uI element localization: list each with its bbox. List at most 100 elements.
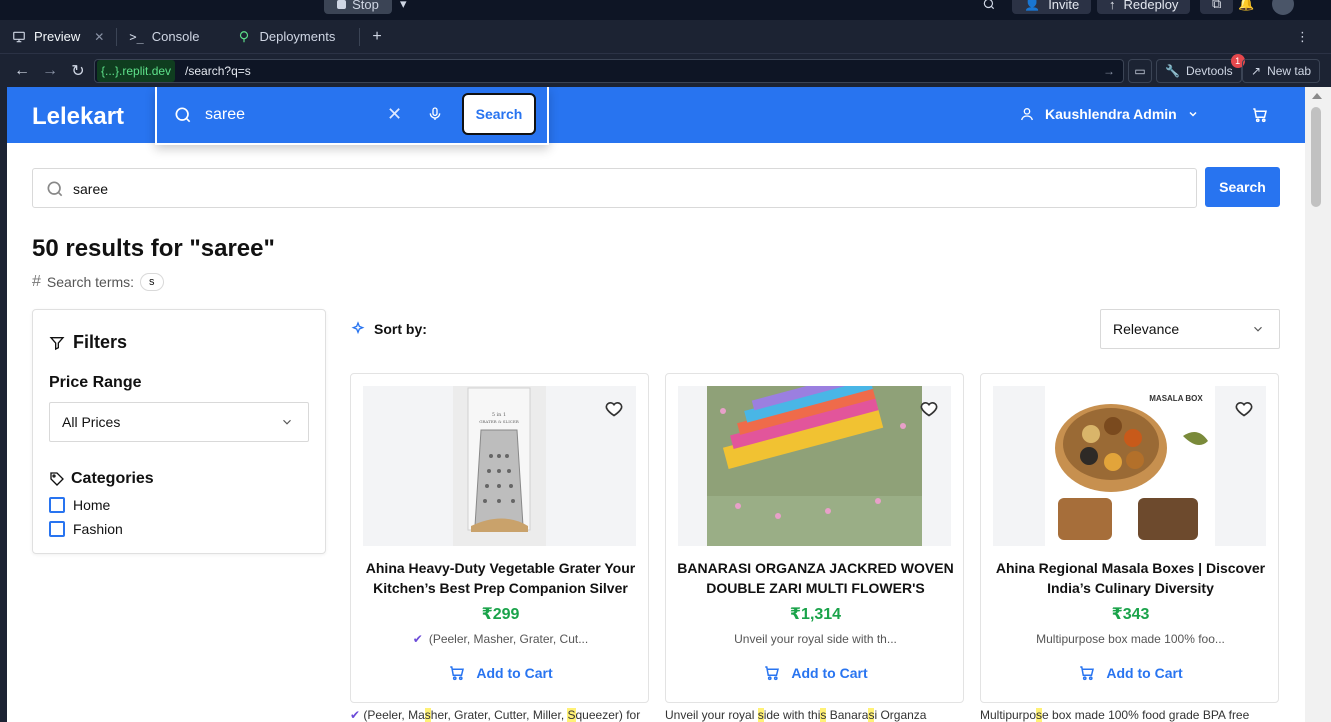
forward-icon[interactable]: → bbox=[36, 57, 64, 85]
checkbox[interactable] bbox=[49, 521, 65, 537]
bell-icon[interactable]: 🔔 bbox=[1238, 0, 1254, 14]
search-term-chip[interactable]: s bbox=[140, 273, 164, 291]
product-description: ✔ (Peeler, Masher, Grater, Cut... bbox=[361, 632, 640, 646]
product-card[interactable]: MASALA BOX Ahina Regional Masala Boxes |… bbox=[980, 373, 1279, 703]
product-card[interactable]: BANARASI ORGANZA JACKRED WOVEN DOUBLE ZA… bbox=[665, 373, 964, 703]
add-to-cart-button[interactable]: Add to Cart bbox=[351, 664, 650, 682]
back-icon[interactable]: ← bbox=[8, 57, 36, 85]
category-label: Home bbox=[73, 497, 111, 513]
expanded-description: Multipurpose box made 100% food grade BP… bbox=[980, 708, 1249, 722]
microphone-icon[interactable] bbox=[427, 105, 443, 123]
product-name[interactable]: Ahina Regional Masala Boxes | Discover I… bbox=[991, 558, 1270, 598]
desc-part: her, Grater, Cutter, Miller, bbox=[430, 708, 568, 722]
clear-icon[interactable]: ✕ bbox=[387, 104, 402, 125]
product-image[interactable]: 5 in 1 GRATER & SLICER bbox=[363, 386, 636, 546]
sparkles-icon bbox=[351, 321, 365, 335]
add-to-cart-button[interactable]: Add to Cart bbox=[981, 664, 1280, 682]
category-fashion-checkbox[interactable]: Fashion bbox=[49, 521, 123, 537]
redeploy-button[interactable]: ↑ Redeploy bbox=[1097, 0, 1191, 14]
new-tab-plus-icon[interactable]: + bbox=[360, 20, 393, 54]
invite-button[interactable]: 👤 Invite bbox=[1012, 0, 1092, 14]
avatar[interactable] bbox=[1272, 0, 1294, 15]
product-price: ₹343 bbox=[1111, 606, 1150, 623]
ide-url-bar: ← → ↻ {...}.replit.dev /search?q=s → ▭ 🔧… bbox=[0, 54, 1331, 87]
product-price: ₹1,314 bbox=[789, 606, 842, 623]
cart-icon bbox=[450, 666, 465, 681]
tab-preview[interactable]: Preview ✕ bbox=[0, 20, 116, 54]
new-tab-label: New tab bbox=[1267, 64, 1312, 78]
category-home-checkbox[interactable]: Home bbox=[49, 497, 110, 513]
wrench-icon: 🔧 bbox=[1165, 64, 1180, 78]
product-description: Unveil your royal side with th... bbox=[676, 632, 955, 646]
desc-part: (Peeler, Ma bbox=[363, 708, 425, 722]
site-header: Lelekart saree ✕ Search Kaushlendra Admi… bbox=[7, 87, 1305, 145]
url-path: /search?q=s bbox=[185, 64, 251, 78]
url-field[interactable]: {...}.replit.dev /search?q=s → bbox=[94, 59, 1124, 83]
scrollbar[interactable] bbox=[1305, 87, 1331, 722]
tab-deployments[interactable]: Deployments bbox=[225, 20, 347, 54]
stop-button[interactable]: Stop bbox=[324, 0, 392, 14]
heart-icon[interactable] bbox=[1234, 398, 1254, 418]
chevron-down-icon bbox=[1254, 326, 1262, 332]
checkbox[interactable] bbox=[49, 497, 65, 513]
url-go-icon[interactable]: → bbox=[1103, 64, 1115, 78]
publish-icon[interactable]: ⧉ bbox=[1200, 0, 1234, 14]
product-price: ₹299 bbox=[481, 606, 520, 623]
stop-dropdown-icon[interactable]: ▾ bbox=[400, 0, 407, 14]
desc-part: ide with thi bbox=[763, 708, 821, 722]
devtools-button[interactable]: 🔧 Devtools 1 bbox=[1156, 54, 1245, 83]
more-menu-icon[interactable]: ⋮ bbox=[1284, 20, 1321, 54]
new-tab-button[interactable]: ↗ New tab bbox=[1242, 59, 1321, 83]
search-terms-label: Search terms: bbox=[46, 274, 135, 290]
search-terms: # Search terms: s bbox=[32, 273, 164, 291]
heart-icon[interactable] bbox=[604, 398, 624, 418]
tab-preview-label: Preview bbox=[34, 29, 81, 44]
expanded-description: ✔ (Peeler, Masher, Grater, Cutter, Mille… bbox=[350, 708, 640, 722]
filters-title: Filters bbox=[49, 332, 127, 353]
product-image[interactable] bbox=[678, 386, 951, 546]
chevron-down-icon bbox=[1189, 111, 1197, 117]
cart-icon[interactable] bbox=[1251, 106, 1269, 124]
heart-icon[interactable] bbox=[919, 398, 939, 418]
url-host: {...}.replit.dev bbox=[97, 60, 176, 82]
search-icon[interactable] bbox=[982, 0, 996, 14]
product-description: Multipurpose box made 100% foo... bbox=[991, 632, 1270, 646]
search-icon bbox=[175, 107, 191, 123]
add-to-cart-label: Add to Cart bbox=[1106, 665, 1183, 681]
add-to-cart-button[interactable]: Add to Cart bbox=[666, 664, 965, 682]
sort-value: Relevance bbox=[1113, 321, 1180, 337]
invite-label: Invite bbox=[1048, 0, 1080, 12]
search-button[interactable]: Search bbox=[1205, 167, 1280, 207]
product-name[interactable]: BANARASI ORGANZA JACKRED WOVEN DOUBLE ZA… bbox=[676, 558, 955, 598]
product-card[interactable]: 5 in 1 GRATER & SLICER Ahina Heavy-Duty … bbox=[350, 373, 649, 703]
cart-icon bbox=[1080, 666, 1095, 681]
price-range-select[interactable]: All Prices bbox=[49, 402, 309, 442]
preview-viewport: Lelekart saree ✕ Search Kaushlendra Admi… bbox=[7, 87, 1305, 722]
header-search-box[interactable]: saree ✕ Search bbox=[155, 87, 549, 145]
sort-select[interactable]: Relevance bbox=[1100, 309, 1280, 349]
product-name[interactable]: Ahina Heavy-Duty Vegetable Grater Your K… bbox=[361, 558, 640, 598]
header-search-input[interactable]: saree bbox=[205, 106, 245, 124]
header-search-button[interactable]: Search bbox=[462, 93, 536, 135]
add-to-cart-label: Add to Cart bbox=[791, 665, 868, 681]
check-icon: ✔ bbox=[350, 708, 361, 722]
close-icon[interactable]: ✕ bbox=[94, 30, 104, 44]
stop-label: Stop bbox=[352, 0, 379, 12]
tag-icon bbox=[50, 472, 64, 486]
desc-part: queezer) for bbox=[575, 708, 641, 722]
user-menu[interactable]: Kaushlendra Admin bbox=[1019, 106, 1199, 122]
tab-console[interactable]: >_ Console bbox=[117, 20, 211, 54]
device-preview-icon[interactable]: ▭ bbox=[1128, 59, 1152, 83]
product-image[interactable]: MASALA BOX bbox=[993, 386, 1266, 546]
search-icon bbox=[47, 181, 63, 197]
monitor-icon bbox=[13, 31, 25, 42]
search-input[interactable]: saree bbox=[32, 168, 1197, 208]
site-logo[interactable]: Lelekart bbox=[32, 103, 124, 131]
scrollbar-thumb[interactable] bbox=[1311, 107, 1321, 207]
reload-icon[interactable]: ↻ bbox=[64, 57, 92, 85]
tab-console-label: Console bbox=[151, 29, 200, 44]
user-icon bbox=[1021, 108, 1033, 121]
sort-label: Sort by: bbox=[374, 321, 427, 337]
scroll-up-icon[interactable] bbox=[1312, 93, 1322, 99]
filter-icon bbox=[49, 336, 65, 350]
